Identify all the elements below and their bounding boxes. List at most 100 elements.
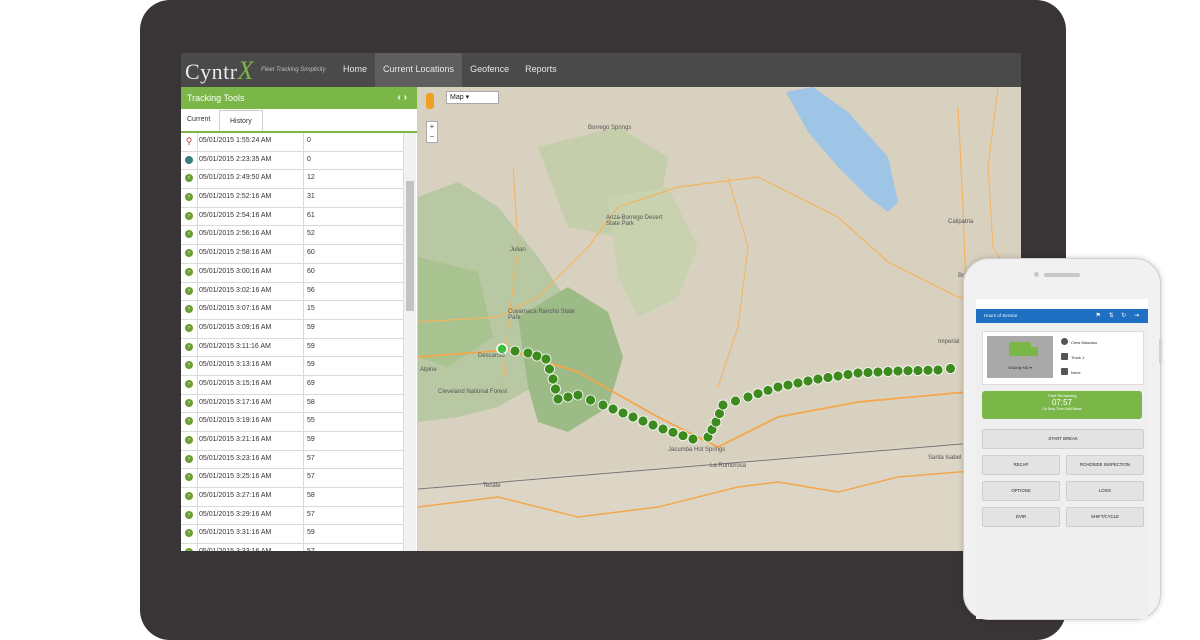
nav-current-locations[interactable]: Current Locations (375, 53, 463, 87)
route-marker[interactable] (547, 373, 559, 385)
table-row[interactable]: › 05/01/2015 3:19:16 AM 55 (181, 413, 403, 432)
park-area (608, 187, 698, 317)
table-row[interactable]: › 05/01/2015 2:49:50 AM 12 (181, 170, 403, 190)
route-marker[interactable] (677, 430, 689, 442)
table-row[interactable]: › 05/01/2015 3:09:16 AM 59 (181, 320, 403, 339)
route-marker[interactable] (922, 364, 934, 376)
route-marker[interactable] (667, 426, 679, 438)
duty-status-box[interactable]: OnDuty ND ▾ (987, 336, 1053, 378)
route-marker[interactable] (531, 350, 543, 362)
table-row[interactable]: ⚲ 05/01/2015 1:55:24 AM 0 (181, 133, 403, 152)
route-marker[interactable] (892, 365, 904, 377)
route-marker[interactable] (540, 353, 552, 365)
route-marker[interactable] (657, 423, 669, 435)
street-view-pegman-icon[interactable] (426, 93, 434, 109)
nav-home[interactable]: Home (335, 53, 375, 87)
route-marker[interactable] (687, 433, 699, 445)
tab-current[interactable]: Current (187, 109, 210, 131)
route-marker[interactable] (762, 384, 774, 396)
table-row[interactable]: › 05/01/2015 3:07:16 AM 15 (181, 301, 403, 320)
tab-history[interactable]: History (219, 110, 263, 131)
route-marker[interactable] (812, 373, 824, 385)
row-timestamp: 05/01/2015 3:11:16 AM (199, 342, 271, 350)
route-marker[interactable] (945, 363, 956, 374)
table-row[interactable]: › 05/01/2015 3:13:16 AM 59 (181, 357, 403, 376)
route-marker[interactable] (772, 381, 784, 393)
route-marker[interactable] (522, 347, 534, 359)
phone-screen: Hours of Service ⚑ ⇅ ↻ ⇥ OnDuty ND ▾ Chr… (976, 299, 1148, 619)
table-row[interactable]: › 05/01/2015 2:52:16 AM 31 (181, 189, 403, 208)
route-marker[interactable] (562, 391, 574, 403)
shift-cycle-button[interactable]: SHIFT/CYCLE (1066, 507, 1144, 527)
table-row[interactable]: › 05/01/2015 3:31:16 AM 59 (181, 525, 403, 545)
phone-title: Hours of Service (984, 313, 1018, 318)
row-speed: 0 (307, 137, 311, 144)
route-marker[interactable] (730, 395, 741, 407)
table-row[interactable]: › 05/01/2015 3:00:16 AM 60 (181, 264, 403, 283)
row-speed: 12 (307, 174, 315, 182)
route-marker[interactable] (627, 411, 639, 423)
route-marker[interactable] (597, 399, 609, 411)
route-marker[interactable] (852, 367, 864, 379)
route-marker[interactable] (607, 403, 619, 415)
scrollbar-thumb[interactable] (406, 181, 414, 311)
table-row[interactable]: › 05/01/2015 3:25:16 AM 57 (181, 469, 403, 489)
zoom-out-button[interactable]: − (427, 132, 437, 142)
route-marker[interactable] (509, 345, 521, 357)
recap-button[interactable]: RECAP (982, 455, 1060, 475)
route-marker[interactable] (552, 393, 564, 405)
table-row[interactable]: › 05/01/2015 3:29:16 AM 57 (181, 507, 403, 526)
route-marker[interactable] (842, 369, 854, 380)
route-marker[interactable] (585, 394, 596, 406)
route-marker[interactable] (717, 399, 729, 411)
nav-reports[interactable]: Reports (517, 53, 565, 87)
table-row[interactable]: › 05/01/2015 3:02:16 AM 56 (181, 283, 403, 302)
route-marker[interactable] (872, 366, 884, 378)
route-marker[interactable] (862, 367, 874, 378)
table-row[interactable]: › 05/01/2015 3:11:16 AM 59 (181, 339, 403, 358)
options-button[interactable]: OPTIONS (982, 481, 1060, 501)
route-marker[interactable] (550, 383, 561, 395)
route-marker[interactable] (742, 391, 754, 403)
map-label: Cleveland National Forest (438, 389, 508, 395)
roadside-inspection-button[interactable]: ROADSIDE INSPECTION (1066, 455, 1144, 475)
table-row[interactable]: › 05/01/2015 3:21:16 AM 59 (181, 432, 403, 451)
table-row[interactable]: › 05/01/2015 2:54:16 AM 61 (181, 208, 403, 227)
route-marker[interactable] (617, 407, 629, 419)
route-marker[interactable] (802, 375, 814, 387)
app-bar-icons[interactable]: ⚑ ⇅ ↻ ⇥ (1096, 309, 1142, 323)
route-marker[interactable] (792, 377, 804, 389)
dvir-button[interactable]: DVIR (982, 507, 1060, 527)
route-marker[interactable] (932, 364, 944, 376)
logo[interactable]: CyntrX (185, 56, 254, 86)
table-row[interactable]: › 05/01/2015 3:17:16 AM 58 (181, 395, 403, 414)
scrollbar[interactable] (403, 133, 416, 551)
nav-geofence[interactable]: Geofence (462, 53, 517, 87)
route-marker[interactable] (782, 379, 794, 391)
table-row[interactable]: 05/01/2015 2:23:35 AM 0 (181, 152, 403, 171)
route-marker[interactable] (544, 363, 555, 375)
route-marker[interactable] (882, 366, 894, 377)
route-marker[interactable] (637, 415, 649, 427)
table-row[interactable]: › 05/01/2015 2:58:16 AM 60 (181, 245, 403, 264)
table-row[interactable]: › 05/01/2015 2:56:16 AM 52 (181, 226, 403, 246)
route-marker[interactable] (822, 372, 834, 383)
start-break-button[interactable]: START BREAK (982, 429, 1144, 449)
table-row[interactable]: › 05/01/2015 3:33:16 AM 57 (181, 544, 403, 551)
column-divider (197, 133, 198, 551)
table-row[interactable]: › 05/01/2015 3:27:16 AM 58 (181, 488, 403, 507)
map-view[interactable]: Map ▾ + − Borrego Springs Anza-Borrego D… (418, 87, 1021, 551)
route-marker[interactable] (647, 419, 659, 431)
zoom-in-button[interactable]: + (427, 122, 437, 132)
route-marker[interactable] (832, 370, 844, 382)
table-row[interactable]: › 05/01/2015 3:23:16 AM 57 (181, 451, 403, 470)
route-marker[interactable] (912, 365, 924, 376)
table-row[interactable]: › 05/01/2015 3:15:16 AM 69 (181, 376, 403, 395)
collapse-arrows-icon[interactable]: ‹ › (398, 87, 407, 109)
logs-button[interactable]: LOGS (1066, 481, 1144, 501)
map-type-select[interactable]: Map ▾ (446, 91, 499, 104)
route-marker[interactable] (752, 388, 764, 400)
direction-arrow-icon: › (185, 361, 193, 370)
route-marker[interactable] (572, 389, 584, 401)
route-marker[interactable] (902, 365, 914, 377)
